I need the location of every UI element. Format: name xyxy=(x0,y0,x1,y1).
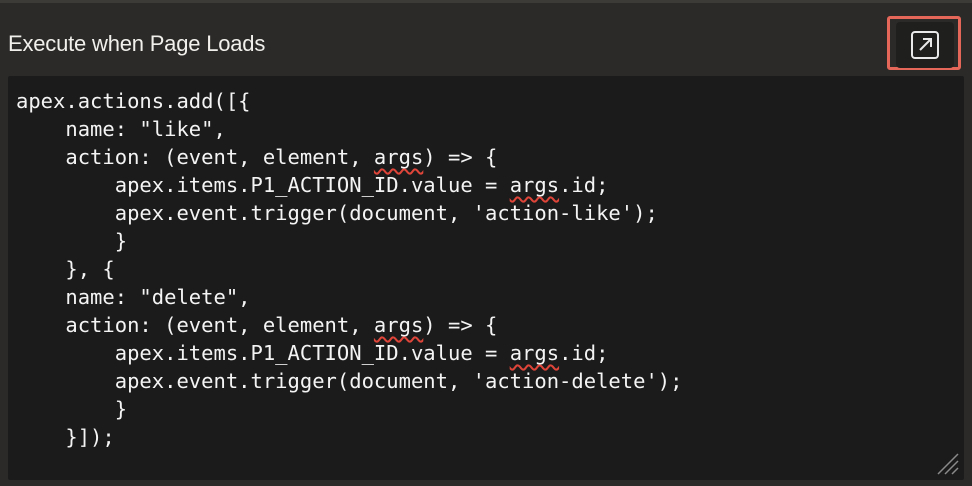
code-token: ) => { xyxy=(423,313,498,337)
code-token: apex.actions.add([{ xyxy=(16,89,251,113)
spellcheck-flagged-token: args xyxy=(373,145,424,169)
code-line: action: (event, element, args) => { xyxy=(16,143,682,171)
code-line: name: "like", xyxy=(16,115,682,143)
code-content[interactable]: apex.actions.add([{ name: "like", action… xyxy=(16,87,682,451)
code-line: apex.event.trigger(document, 'action-lik… xyxy=(16,199,682,227)
resize-handle-icon[interactable] xyxy=(934,450,960,476)
code-line: } xyxy=(16,395,682,423)
code-token: action: (event, element, xyxy=(16,313,374,337)
code-token: name: "like", xyxy=(16,117,226,141)
code-token: } xyxy=(16,229,128,253)
code-token: .id; xyxy=(559,341,609,365)
code-line: }, { xyxy=(16,255,682,283)
code-token: apex.event.trigger(document, 'action-lik… xyxy=(16,201,658,225)
code-line: } xyxy=(16,227,682,255)
code-token: apex.items.P1_ACTION_ID.value = xyxy=(16,173,510,197)
spellcheck-flagged-token: args xyxy=(509,341,560,365)
code-token: ) => { xyxy=(423,145,498,169)
code-editor[interactable]: apex.actions.add([{ name: "like", action… xyxy=(8,76,964,480)
code-token: }, { xyxy=(16,257,115,281)
code-token: name: "delete", xyxy=(16,285,251,309)
code-line: apex.event.trigger(document, 'action-del… xyxy=(16,367,683,395)
code-line: action: (event, element, args) => { xyxy=(16,311,682,339)
code-token: } xyxy=(16,397,128,421)
code-line: apex.items.P1_ACTION_ID.value = args.id; xyxy=(16,339,682,367)
code-token: apex.items.P1_ACTION_ID.value = xyxy=(16,341,510,365)
code-line: apex.items.P1_ACTION_ID.value = args.id; xyxy=(16,171,682,199)
code-line: name: "delete", xyxy=(16,283,682,311)
expand-editor-button[interactable] xyxy=(896,22,954,68)
code-token: action: (event, element, xyxy=(16,145,374,169)
code-token: apex.event.trigger(document, 'action-del… xyxy=(16,369,683,393)
spellcheck-flagged-token: args xyxy=(509,173,560,197)
code-line: apex.actions.add([{ xyxy=(16,87,682,115)
code-token: .id; xyxy=(559,173,609,197)
code-editor-field: Execute when Page Loads apex.actions.add… xyxy=(0,3,972,486)
expand-icon xyxy=(911,31,939,59)
code-token: }]); xyxy=(16,425,115,449)
field-label: Execute when Page Loads xyxy=(8,31,266,56)
code-line: }]); xyxy=(16,423,682,451)
spellcheck-flagged-token: args xyxy=(373,313,424,337)
